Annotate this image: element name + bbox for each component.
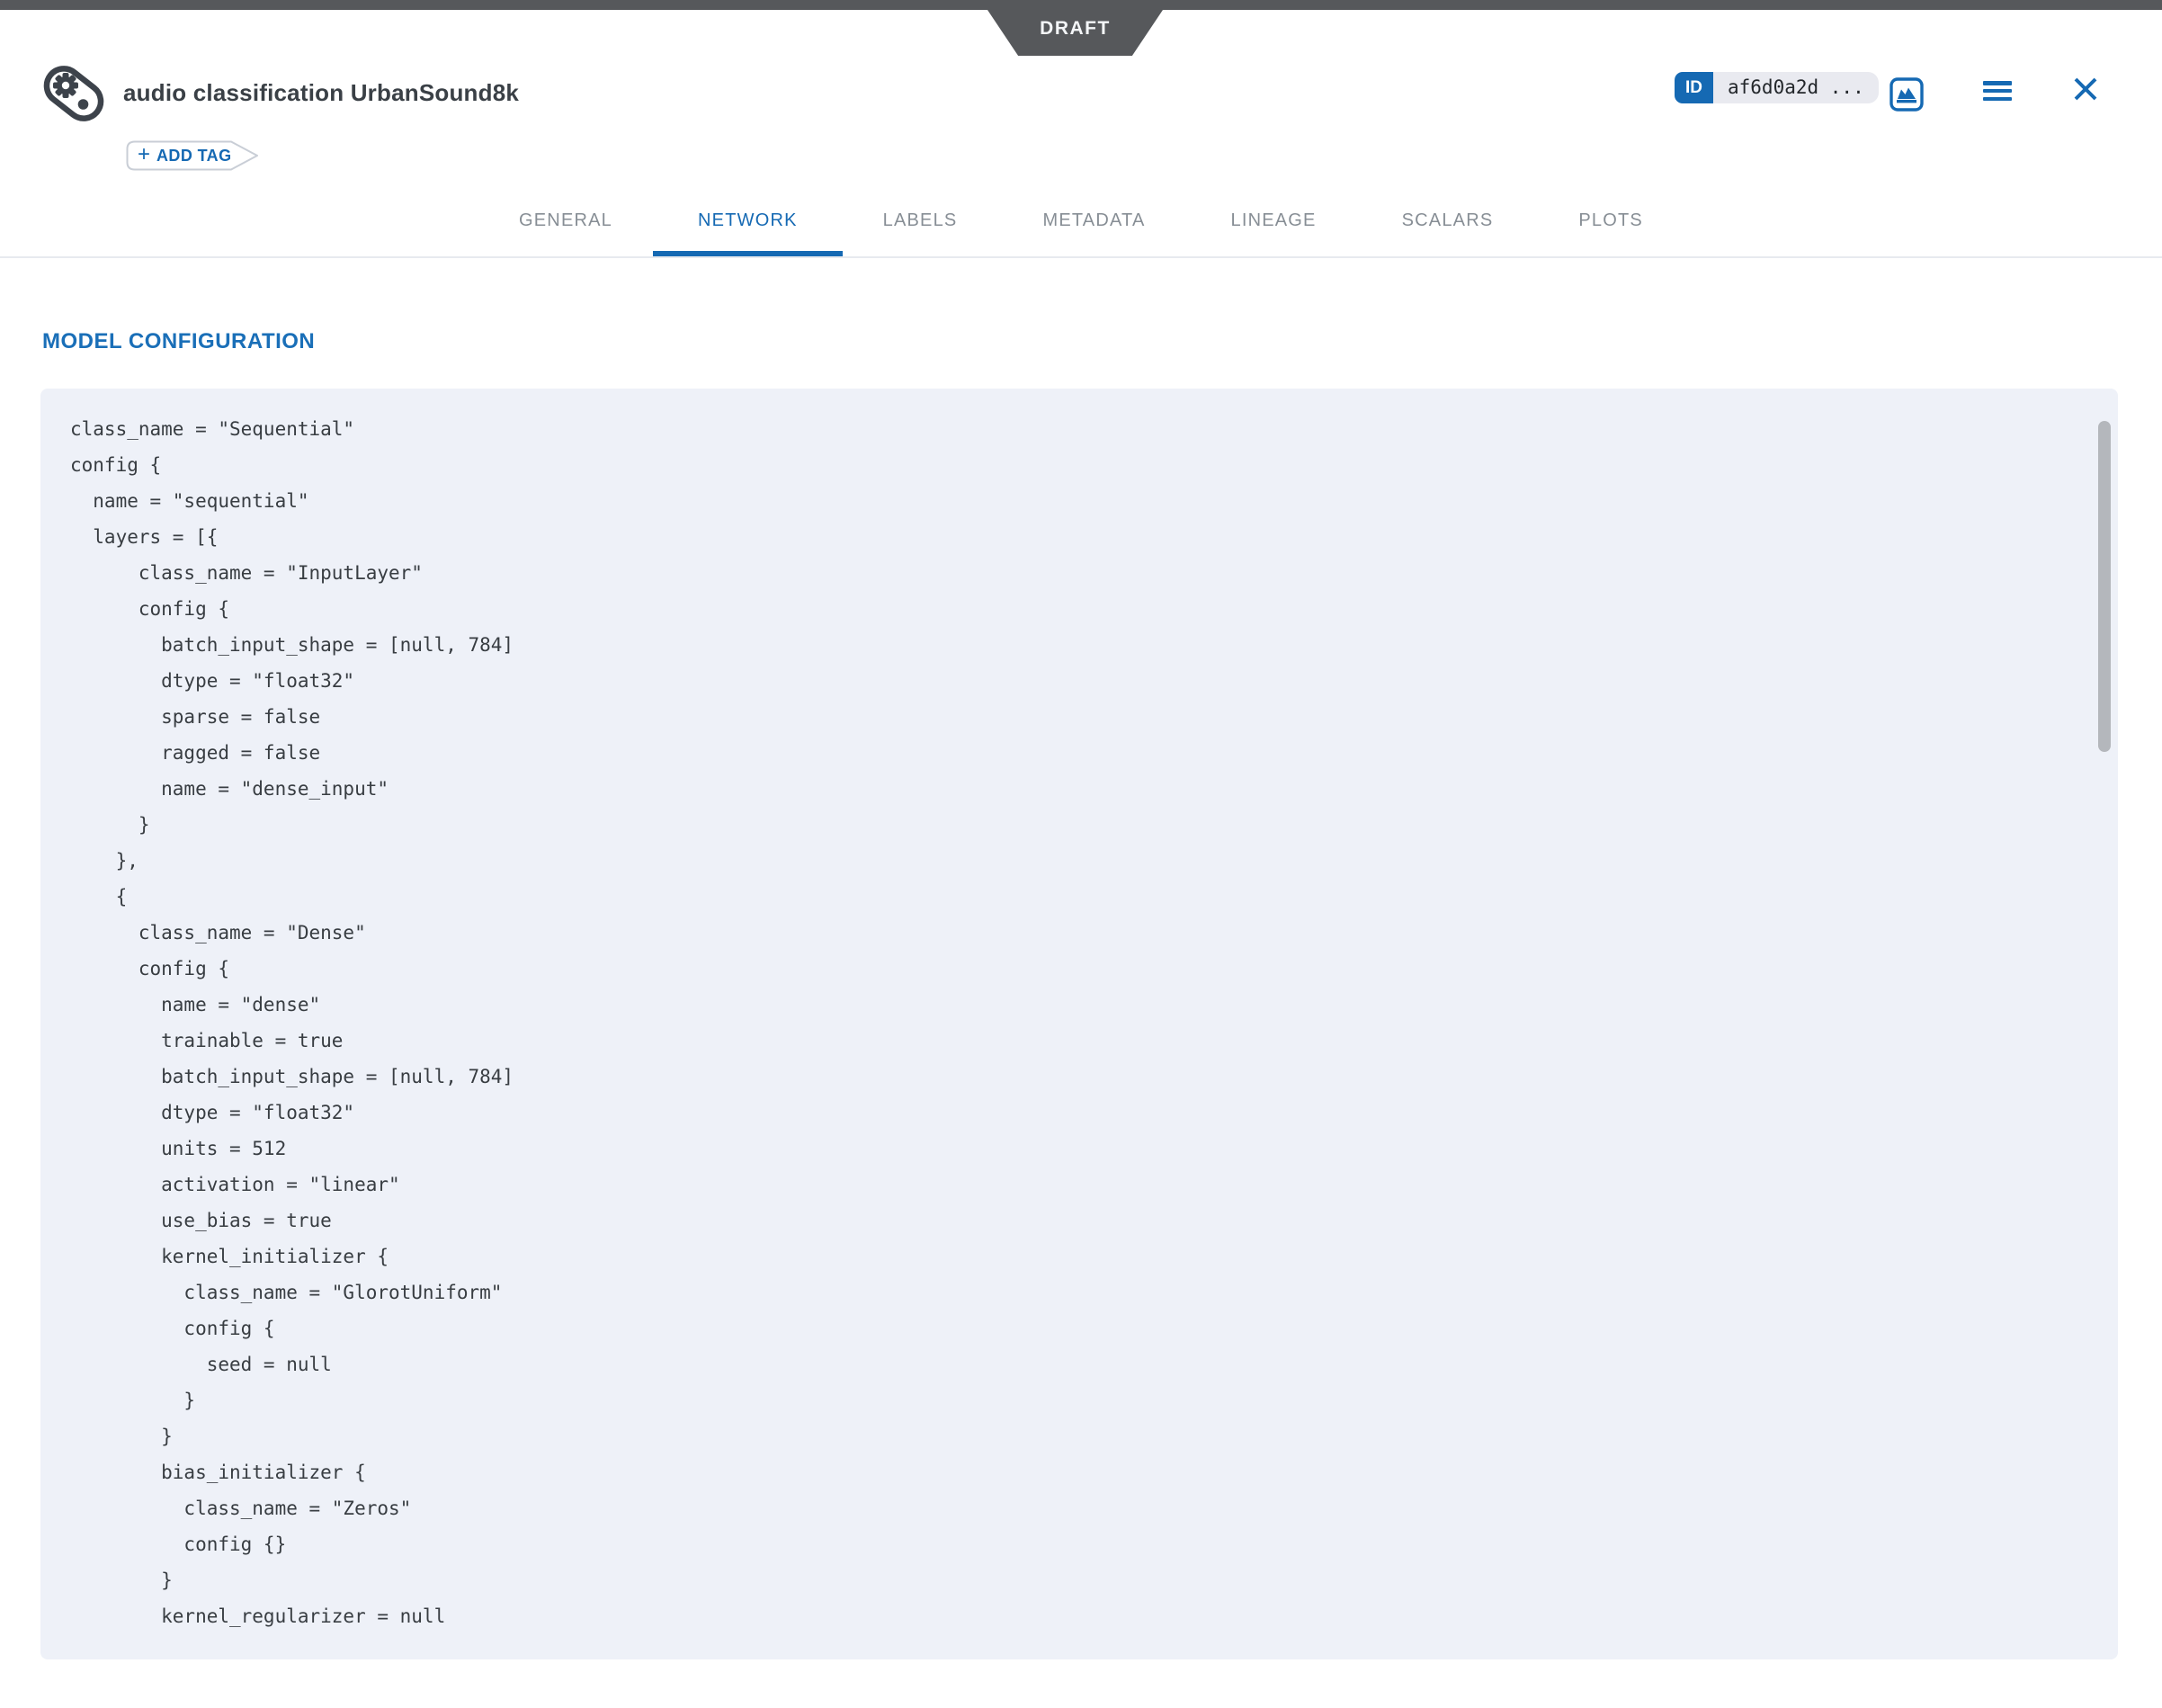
- experiment-detail-page: DRAFT audio classification UrbanSound8k …: [0, 0, 2162, 1708]
- status-ribbon-label: DRAFT: [1040, 18, 1111, 40]
- id-badge-value: af6d0a2d ...: [1713, 72, 1879, 103]
- model-configuration-code: class_name = "Sequential" config { name …: [40, 389, 2118, 1634]
- menu-icon[interactable]: [1983, 81, 2012, 101]
- add-tag-label: ADD TAG: [156, 147, 231, 165]
- scrollbar-thumb[interactable]: [2098, 421, 2111, 752]
- close-icon[interactable]: [2073, 76, 2098, 102]
- window-top-bar: [0, 0, 2162, 10]
- tab-labels[interactable]: LABELS: [883, 184, 958, 256]
- tab-metadata[interactable]: METADATA: [1042, 184, 1145, 256]
- tab-network[interactable]: NETWORK: [698, 184, 798, 256]
- experiment-icon: [40, 64, 107, 123]
- tabs-divider: [0, 256, 2162, 258]
- tab-general[interactable]: GENERAL: [519, 184, 612, 256]
- plus-icon: +: [138, 144, 150, 165]
- plots-icon[interactable]: [1890, 77, 1924, 112]
- add-tag-button[interactable]: + ADD TAG: [126, 140, 259, 171]
- tab-scalars[interactable]: SCALARS: [1402, 184, 1494, 256]
- detail-tabs: GENERAL NETWORK LABELS METADATA LINEAGE …: [0, 184, 2162, 256]
- status-ribbon: DRAFT: [987, 10, 1163, 56]
- experiment-id-badge[interactable]: ID af6d0a2d ...: [1675, 72, 1879, 103]
- page-title: audio classification UrbanSound8k: [123, 79, 519, 107]
- id-badge-label: ID: [1675, 72, 1713, 103]
- tab-plots[interactable]: PLOTS: [1578, 184, 1643, 256]
- model-configuration-panel[interactable]: class_name = "Sequential" config { name …: [40, 389, 2118, 1659]
- tab-lineage[interactable]: LINEAGE: [1231, 184, 1317, 256]
- section-title: MODEL CONFIGURATION: [42, 329, 315, 354]
